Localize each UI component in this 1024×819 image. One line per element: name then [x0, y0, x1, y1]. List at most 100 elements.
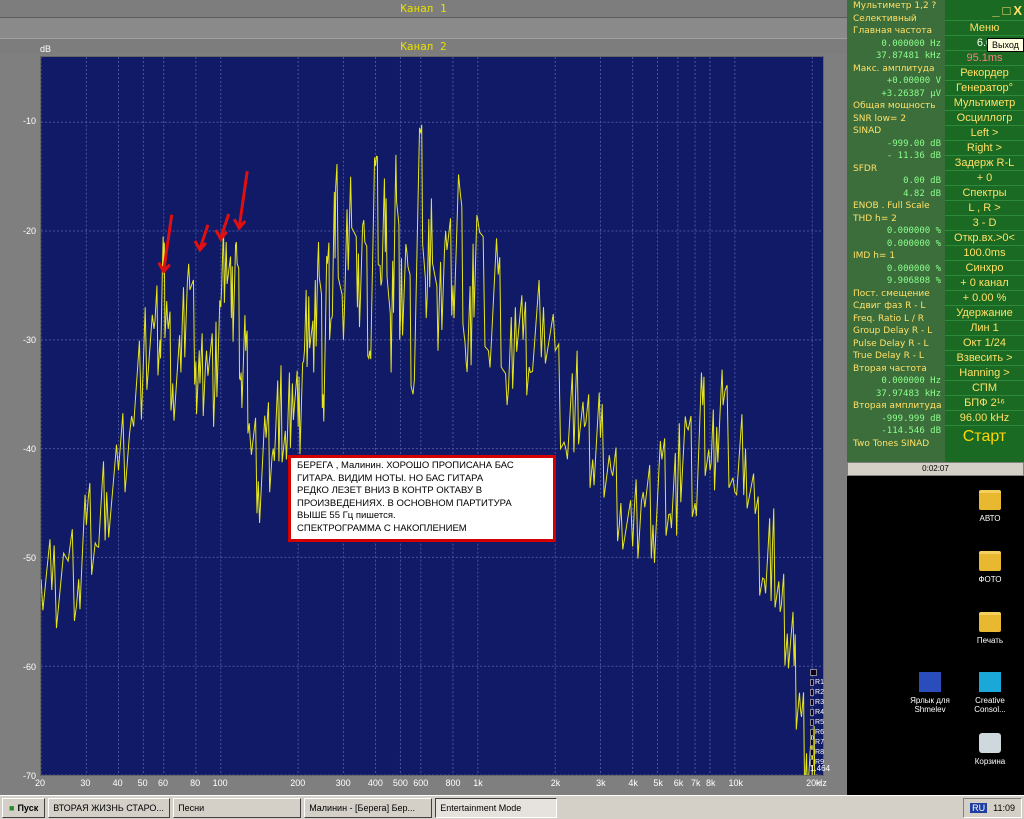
desktop-icon-label: Ярлык для Shmelev: [910, 696, 950, 714]
menu-item[interactable]: Рекордер: [945, 65, 1024, 80]
menu-item[interactable]: Окт 1/24: [945, 335, 1024, 350]
clock: 11:09: [993, 803, 1015, 813]
menu-item[interactable]: 96.00 kHz: [945, 410, 1024, 425]
restore-icon[interactable]: □: [1002, 3, 1010, 18]
window-controls: _ □ X: [945, 0, 1024, 20]
panel-row: 0.000000 %: [886, 238, 941, 249]
trace-legend: R1 R2 R3 R4 R5 R6 R7 R8 R9: [810, 667, 824, 767]
desktop-icon-shmelev[interactable]: Ярлык для Shmelev: [900, 672, 960, 714]
panel-row: True Delay R - L: [853, 351, 924, 361]
x-tick-label: 3k: [596, 778, 606, 788]
panel-row: 4.82 dB: [903, 188, 941, 199]
menu-item[interactable]: Осциллогр: [945, 110, 1024, 125]
legend-item[interactable]: R6: [810, 727, 824, 737]
red-arrow: [214, 213, 231, 242]
panel-row: +3.26387 μV: [881, 88, 941, 99]
start-menu-button[interactable]: ■ Пуск: [2, 797, 46, 818]
minimize-icon[interactable]: _: [992, 3, 999, 18]
legend-item[interactable]: R1: [810, 677, 824, 687]
legend-swatch: [810, 718, 815, 726]
legend-item[interactable]: [810, 667, 824, 677]
desktop-icon-label: Корзина: [974, 757, 1006, 766]
legend-item[interactable]: R4: [810, 707, 824, 717]
taskbar-item-browser[interactable]: ВТОРАЯ ЖИЗНЬ СТАРО...: [48, 797, 171, 818]
desktop-icon-creative[interactable]: Creative Consol...: [960, 672, 1020, 714]
menu-item[interactable]: + 0: [945, 170, 1024, 185]
legend-label: R6: [815, 728, 824, 736]
menu-item[interactable]: Генератор°: [945, 80, 1024, 95]
legend-swatch: [810, 698, 815, 706]
x-tick-label: Hz: [815, 778, 827, 788]
y-tick-label: -30: [22, 334, 36, 345]
legend-swatch: [810, 738, 815, 746]
desktop-icon-recycle[interactable]: Корзина: [960, 733, 1020, 766]
x-tick-label: 10k: [728, 778, 743, 788]
time-position-bar[interactable]: 0:02:07: [847, 462, 1024, 476]
multimeter-panel: Мультиметр 1,2 ? Селективный Главная часто…: [847, 0, 945, 462]
x-tick-label: 2k: [550, 778, 561, 788]
x-tick-label: 80: [190, 778, 201, 788]
y-tick-label: -40: [22, 443, 36, 454]
language-indicator[interactable]: RU: [970, 803, 988, 813]
menu-item[interactable]: Hanning >: [945, 365, 1024, 380]
y-tick-label: -10: [22, 116, 36, 127]
panel-row: 0.000000 Hz: [881, 38, 941, 49]
menu-item[interactable]: Left >: [945, 125, 1024, 140]
menu-item[interactable]: Откр.вх.>0<: [945, 230, 1024, 245]
menu-item[interactable]: 3 - D: [945, 215, 1024, 230]
x-tick-label: 800: [445, 778, 461, 788]
desktop-icon-avto[interactable]: АВТО: [960, 490, 1020, 523]
panel-row: IMD h= 1: [853, 251, 896, 261]
x-tick-label: 100: [212, 778, 228, 788]
menu-button[interactable]: Меню: [945, 20, 1024, 35]
annotation-line: БЕРЕГА , Малинин. ХОРОШО ПРОПИСАНА БАС: [297, 460, 514, 471]
x-tick-label: 8k: [705, 778, 716, 788]
spectrum-plot[interactable]: [40, 56, 824, 776]
legend-item[interactable]: R3: [810, 697, 824, 707]
taskbar: ■ Пуск ВТОРАЯ ЖИЗНЬ СТАРО... Песни Малини…: [0, 795, 1024, 819]
desktop-icon-print[interactable]: Печать: [960, 612, 1020, 645]
legend-item[interactable]: R7: [810, 737, 824, 747]
panel-row: Вторая амплитуда: [853, 401, 942, 411]
menu-item[interactable]: + 0.00 %: [945, 290, 1024, 305]
menu-item[interactable]: Взвесить >: [945, 350, 1024, 365]
menu-item[interactable]: + 0 канал: [945, 275, 1024, 290]
menu-item[interactable]: Лин 1: [945, 320, 1024, 335]
close-icon[interactable]: X: [1013, 3, 1022, 18]
menu-item[interactable]: Задерж R-L: [945, 155, 1024, 170]
panel-row: Pulse Delay R - L: [853, 338, 929, 349]
menu-item[interactable]: СПМ: [945, 380, 1024, 395]
legend-label: R1: [815, 678, 824, 686]
y-unit-label: dB: [40, 44, 52, 54]
menu-item[interactable]: Right >: [945, 140, 1024, 155]
menu-item[interactable]: БПФ 2¹⁶: [945, 395, 1024, 410]
panel-row: -999.00 dB: [886, 138, 941, 149]
panel-row: SINAD: [853, 126, 882, 136]
desktop-icon-label: Creative Consol...: [974, 696, 1006, 714]
panel-row: Мультиметр 1,2 ?: [853, 1, 937, 11]
annotation-line: СПЕКТРОГРАММА С НАКОПЛЕНИЕМ: [297, 522, 467, 534]
menu-item[interactable]: Спектры: [945, 185, 1024, 200]
taskbar-item-folder[interactable]: Песни: [173, 797, 302, 818]
legend-item[interactable]: R5: [810, 717, 824, 727]
y-tick-label: -50: [22, 552, 36, 563]
panel-row: Сдвиг фаз R - L: [853, 301, 926, 311]
menu-item[interactable]: Мультиметр: [945, 95, 1024, 110]
menu-item[interactable]: L , R >: [945, 200, 1024, 215]
y-tick-label: -60: [22, 661, 36, 672]
taskbar-item-player[interactable]: Малинин - [Берега] Бер...: [304, 797, 433, 818]
legend-item[interactable]: R2: [810, 687, 824, 697]
menu-item[interactable]: 100.0ms: [945, 245, 1024, 260]
panel-row: Макс. амплитуда: [853, 63, 935, 74]
desktop-icon-foto[interactable]: ФОТО: [960, 551, 1020, 584]
plot-grid: [41, 57, 823, 775]
menu-item[interactable]: Удержание: [945, 305, 1024, 320]
taskbar-item-entertainment[interactable]: Entertainment Mode: [435, 797, 558, 818]
legend-swatch: [810, 688, 815, 696]
legend-item[interactable]: R8: [810, 747, 824, 757]
red-arrow: [232, 171, 249, 231]
channel2-title-bar[interactable]: Канал 2: [0, 38, 847, 54]
channel1-title-bar[interactable]: Канал 1: [0, 0, 847, 18]
start-button[interactable]: Старт: [945, 425, 1024, 447]
menu-item[interactable]: Синхро: [945, 260, 1024, 275]
